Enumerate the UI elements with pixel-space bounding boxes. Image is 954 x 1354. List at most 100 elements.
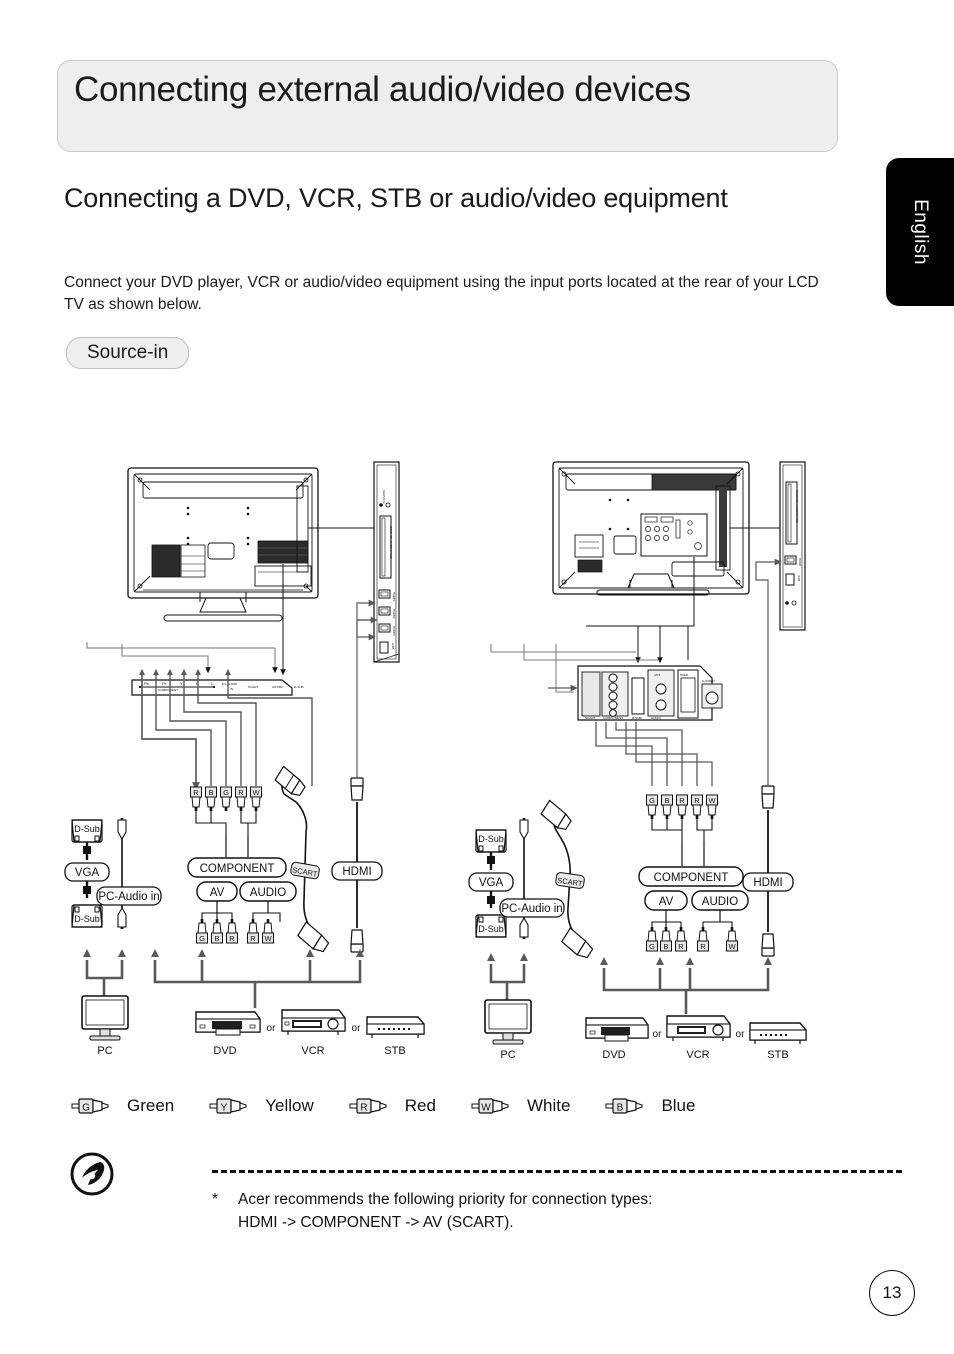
svg-text:AV: AV bbox=[210, 887, 225, 899]
left-rca-bottom-row: G B R R W bbox=[196, 901, 281, 944]
svg-text:HDMI: HDMI bbox=[753, 877, 782, 889]
left-device-pc: PC bbox=[81, 995, 129, 1057]
right-rca-bottom-row: G B R R W bbox=[646, 910, 738, 952]
plug-green-icon: G bbox=[71, 1098, 109, 1114]
legend-label-yellow: Yellow bbox=[265, 1096, 314, 1115]
right-device-dvd: DVD bbox=[585, 1017, 649, 1061]
language-tab-label: English bbox=[910, 199, 931, 265]
svg-text:STB: STB bbox=[384, 1045, 405, 1057]
plug-yellow-icon: Y bbox=[209, 1098, 247, 1114]
right-device-vcr: VCR bbox=[666, 1015, 731, 1061]
section-heading: Connecting a DVD, VCR, STB or audio/vide… bbox=[64, 183, 728, 213]
svg-text:COMPONENT: COMPONENT bbox=[158, 688, 178, 692]
svg-text:W: W bbox=[728, 942, 736, 951]
svg-text:VGA: VGA bbox=[75, 867, 100, 879]
svg-text:COMPONENT: COMPONENT bbox=[200, 863, 275, 875]
svg-text:VGA: VGA bbox=[479, 877, 504, 889]
plug-red-icon: R bbox=[349, 1098, 387, 1114]
svg-text:AUDIO: AUDIO bbox=[651, 716, 661, 720]
note-text: * Acer recommends the following priority… bbox=[212, 1188, 902, 1234]
svg-text:or: or bbox=[736, 1029, 746, 1040]
svg-text:HDMI: HDMI bbox=[680, 673, 688, 677]
legend-item-green: G Green bbox=[70, 1096, 174, 1116]
svg-text:HDMI: HDMI bbox=[342, 866, 371, 878]
acer-note-icon bbox=[70, 1152, 114, 1196]
connection-diagram: SERVICE COMMON INTERFACE HDMI1 HDMI2 HDM… bbox=[0, 430, 954, 1070]
svg-text:STB: STB bbox=[767, 1049, 788, 1061]
right-rca-top-row: G B R R W bbox=[646, 794, 718, 866]
svg-text:HDMI1: HDMI1 bbox=[392, 592, 396, 602]
legend-label-green: Green bbox=[127, 1096, 175, 1115]
svg-text:G: G bbox=[649, 796, 655, 805]
left-tv-illustration bbox=[127, 467, 319, 622]
svg-text:or: or bbox=[267, 1023, 277, 1034]
right-tv-illustration bbox=[552, 461, 750, 596]
note-star: * bbox=[212, 1191, 219, 1208]
note-divider bbox=[212, 1170, 902, 1173]
svg-text:PC-Audio in: PC-Audio in bbox=[98, 891, 159, 903]
left-tv-side-panel: SERVICE COMMON INTERFACE HDMI1 HDMI2 HDM… bbox=[308, 461, 400, 663]
svg-text:S-VIDEO: S-VIDEO bbox=[702, 679, 715, 683]
left-rca-top-row: R B G R W bbox=[190, 786, 262, 857]
right-device-routing bbox=[489, 964, 770, 1014]
right-device-stb: STB bbox=[749, 1022, 807, 1061]
svg-text:D-SUB: D-SUB bbox=[294, 685, 304, 689]
svg-text:B: B bbox=[214, 934, 219, 943]
svg-text:VCR: VCR bbox=[686, 1049, 709, 1061]
svg-text:HDMI: HDMI bbox=[798, 558, 802, 566]
svg-text:G: G bbox=[199, 934, 205, 943]
svg-text:DVD: DVD bbox=[602, 1049, 625, 1061]
note-line-1: Acer recommends the following priority f… bbox=[238, 1191, 653, 1208]
svg-text:W: W bbox=[252, 788, 260, 797]
legend-label-blue: Blue bbox=[661, 1096, 696, 1115]
left-device-stb: STB bbox=[366, 1016, 425, 1057]
plug-blue-icon: B bbox=[605, 1098, 643, 1114]
svg-text:PC-Audio in: PC-Audio in bbox=[501, 903, 562, 915]
svg-text:G: G bbox=[223, 788, 229, 797]
svg-text:Y: Y bbox=[180, 681, 183, 686]
right-device-pc: PC bbox=[484, 999, 532, 1061]
svg-text:or: or bbox=[352, 1023, 362, 1034]
svg-text:R: R bbox=[229, 934, 235, 943]
svg-text:COMPONENT: COMPONENT bbox=[603, 716, 623, 720]
right-component-box: COMPONENT bbox=[638, 866, 744, 887]
svg-text:D-Sub: D-Sub bbox=[478, 924, 504, 934]
page-title: Connecting external audio/video devices bbox=[74, 70, 691, 109]
right-av-box: AV bbox=[644, 890, 688, 911]
svg-text:R: R bbox=[193, 788, 199, 797]
svg-text:COMPONENT: COMPONENT bbox=[654, 872, 729, 884]
svg-text:R: R bbox=[678, 942, 684, 951]
svg-text:HDMI3: HDMI3 bbox=[392, 626, 396, 636]
legend-code-yellow: Y bbox=[221, 1103, 228, 1114]
svg-text:B: B bbox=[664, 796, 669, 805]
note-line-2: HDMI -> COMPONENT -> AV (SCART). bbox=[238, 1214, 514, 1231]
svg-text:COMMON INTERFACE: COMMON INTERFACE bbox=[795, 490, 799, 523]
legend-item-white: W White bbox=[470, 1096, 570, 1116]
svg-text:B: B bbox=[208, 788, 213, 797]
intro-paragraph: Connect your DVD player, VCR or audio/vi… bbox=[64, 274, 819, 313]
svg-text:or: or bbox=[653, 1029, 663, 1040]
legend-item-red: R Red bbox=[348, 1096, 436, 1116]
svg-text:Pb: Pb bbox=[144, 681, 150, 686]
svg-text:SCART: SCART bbox=[585, 716, 596, 720]
right-pc-cable-group: D-Sub VGA D-Sub PC-Audio in bbox=[468, 818, 565, 939]
legend-code-green: G bbox=[82, 1103, 90, 1114]
legend-label-red: Red bbox=[404, 1096, 436, 1115]
svg-text:PC: PC bbox=[97, 1045, 112, 1057]
svg-text:PC-AUDIO: PC-AUDIO bbox=[222, 682, 238, 686]
svg-text:ANT: ANT bbox=[654, 673, 660, 677]
left-av-box: AV bbox=[196, 881, 238, 902]
legend-code-blue: B bbox=[617, 1103, 624, 1114]
page-number-value: 13 bbox=[882, 1283, 902, 1302]
language-tab: English bbox=[886, 158, 954, 306]
svg-text:AUDIO: AUDIO bbox=[702, 896, 738, 908]
svg-text:AUDIO: AUDIO bbox=[250, 887, 286, 899]
svg-text:USB: USB bbox=[797, 575, 801, 581]
svg-text:G: G bbox=[649, 942, 655, 951]
svg-text:PC: PC bbox=[500, 1049, 515, 1061]
left-component-box: COMPONENT bbox=[187, 857, 287, 878]
legend-code-red: R bbox=[360, 1103, 367, 1114]
svg-text:ANT/RF: ANT/RF bbox=[272, 685, 283, 689]
svg-text:D-Sub: D-Sub bbox=[74, 914, 100, 924]
color-legend: G Green Y Yellow R Red W White B Blue bbox=[70, 1088, 860, 1124]
